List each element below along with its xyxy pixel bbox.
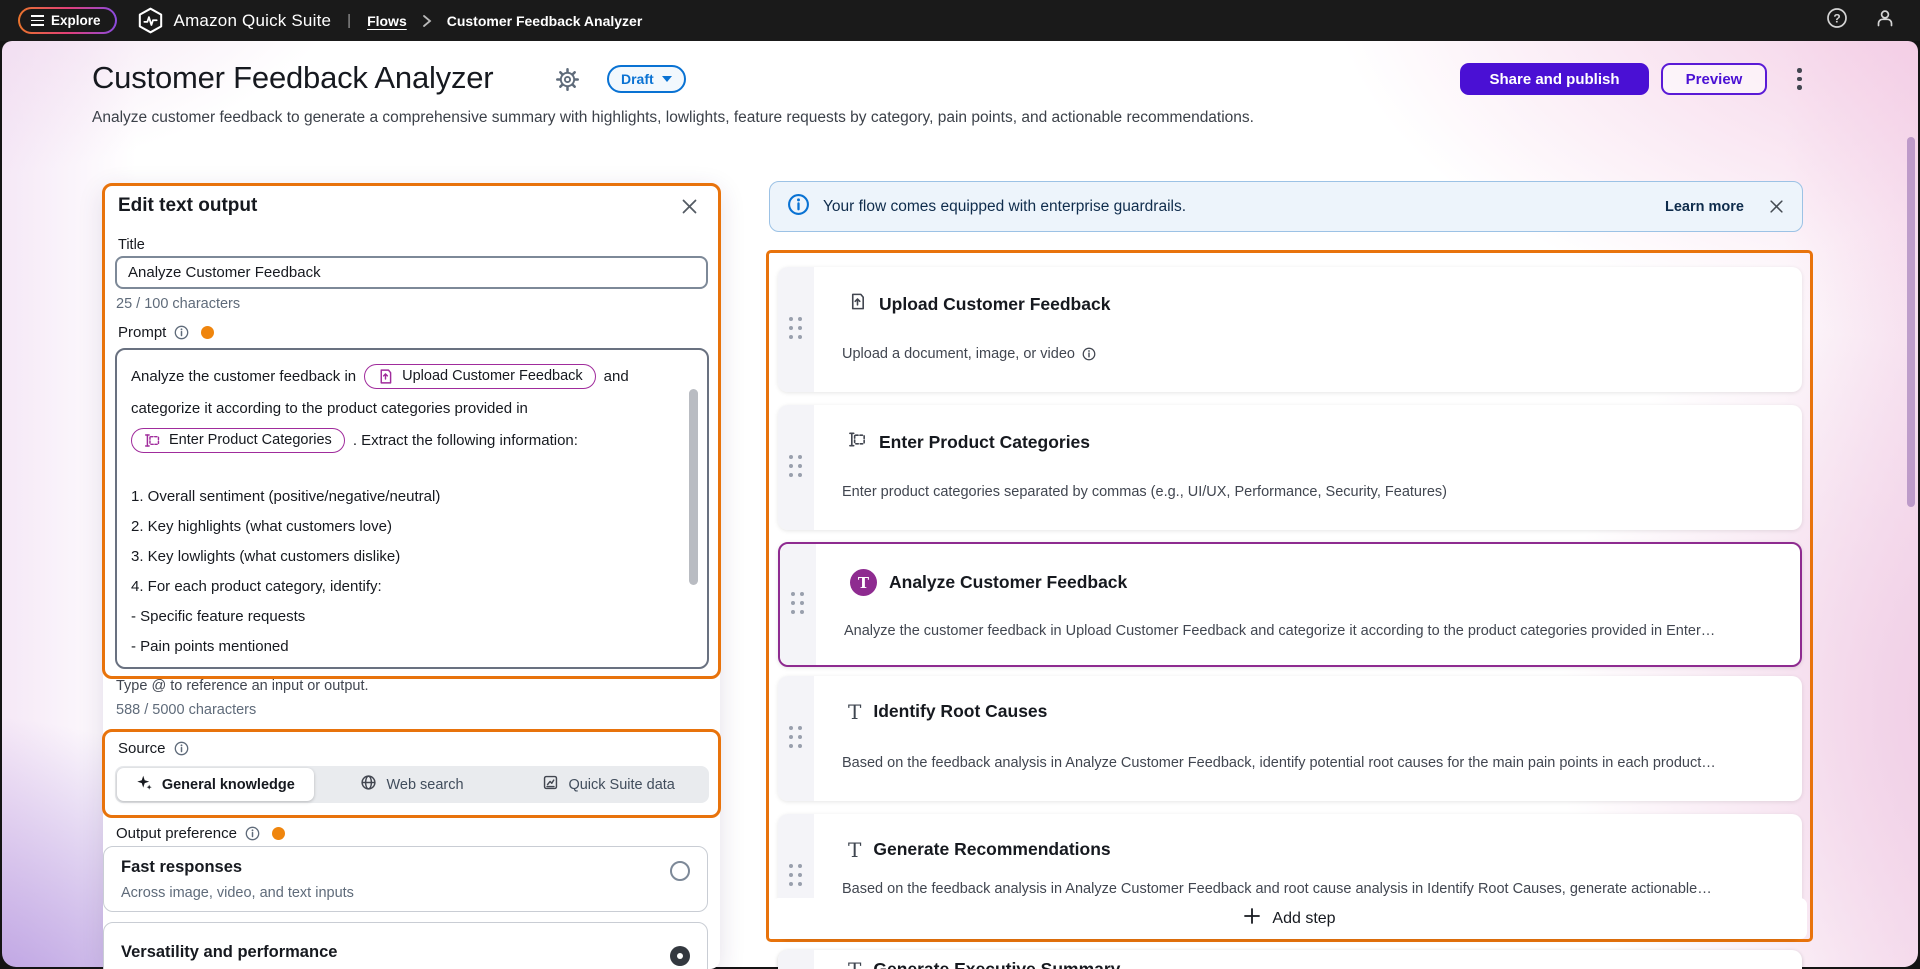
breadcrumb-chevron-icon — [421, 14, 433, 28]
prompt-label: Prompt — [118, 324, 166, 341]
top-navigation-bar: Explore Amazon Quick Suite | Flows Custo… — [0, 0, 1920, 41]
source-tab-quick-suite-data[interactable]: Quick Suite data — [510, 768, 707, 801]
info-icon[interactable] — [245, 826, 260, 841]
user-account-icon[interactable] — [1874, 7, 1896, 34]
more-options-kebab-icon[interactable] — [1791, 66, 1808, 92]
reference-pill-enter-product-categories[interactable]: Enter Product Categories — [131, 428, 345, 453]
prompt-helper-text: Type @ to reference an input or output. — [116, 678, 369, 694]
title-field-label: Title — [118, 237, 145, 253]
text-step-icon-active: T — [850, 569, 877, 596]
help-icon[interactable]: ? — [1826, 7, 1848, 34]
page-scrollbar-thumb[interactable] — [1907, 137, 1915, 507]
data-icon — [542, 774, 559, 795]
text-step-icon: T — [848, 960, 861, 969]
breadcrumb-flows-link[interactable]: Flows — [367, 13, 407, 29]
info-icon — [787, 193, 810, 221]
prompt-scrollbar-thumb[interactable] — [689, 389, 698, 585]
title-char-count: 25 / 100 characters — [116, 296, 240, 312]
source-segmented-control: General knowledge Web search Quick Suite… — [115, 766, 709, 803]
upload-file-icon — [848, 292, 867, 316]
status-label: Draft — [621, 71, 654, 87]
prompt-text: . Extract the following information: — [353, 432, 578, 449]
reference-pill-upload-customer-feedback[interactable]: Upload Customer Feedback — [364, 364, 596, 389]
sparkle-icon — [136, 774, 153, 795]
app-window: Explore Amazon Quick Suite | Flows Custo… — [0, 0, 1920, 969]
svg-text:?: ? — [1833, 11, 1840, 25]
text-step-icon: T — [848, 840, 861, 860]
radio-selected[interactable] — [670, 946, 690, 966]
modified-indicator-dot — [201, 326, 214, 339]
drag-handle[interactable] — [778, 267, 814, 392]
radio-unselected[interactable] — [670, 861, 690, 881]
explore-button[interactable]: Explore — [18, 7, 117, 34]
text-step-icon: T — [848, 702, 861, 722]
banner-close-icon[interactable] — [1768, 198, 1785, 215]
flow-steps-container: Upload Customer Feedback Upload a docume… — [766, 250, 1813, 942]
output-preference-label: Output preference — [116, 825, 237, 842]
page-scrollbar[interactable] — [1907, 87, 1917, 969]
globe-icon — [360, 774, 377, 795]
info-icon[interactable] — [174, 325, 189, 340]
hamburger-icon — [31, 15, 44, 26]
breadcrumb-divider: | — [347, 12, 351, 29]
option-versatility-performance[interactable]: Versatility and performance — [103, 922, 708, 969]
drag-handle[interactable] — [778, 405, 814, 530]
close-icon[interactable] — [680, 197, 699, 221]
prompt-char-count: 588 / 5000 characters — [116, 702, 256, 718]
info-icon[interactable] — [1082, 347, 1096, 361]
title-input[interactable] — [115, 256, 708, 289]
share-and-publish-button[interactable]: Share and publish — [1460, 63, 1649, 95]
drag-handle[interactable] — [778, 676, 814, 801]
chevron-down-icon — [662, 76, 672, 82]
breadcrumb-current-page: Customer Feedback Analyzer — [447, 13, 643, 29]
step-card-enter-product-categories[interactable]: Enter Product Categories Enter product c… — [778, 405, 1802, 530]
prompt-text: categorize it according to the product c… — [131, 400, 528, 417]
step-card-generate-executive-summary[interactable]: T Generate Executive Summary — [778, 950, 1802, 969]
source-tab-web-search[interactable]: Web search — [314, 768, 511, 801]
guardrails-info-banner: Your flow comes equipped with enterprise… — [769, 181, 1803, 232]
brand-name: Amazon Quick Suite — [174, 11, 332, 31]
modified-indicator-dot — [272, 827, 285, 840]
drag-handle[interactable] — [778, 950, 814, 969]
step-card-analyze-customer-feedback[interactable]: T Analyze Customer Feedback Analyze the … — [778, 542, 1802, 667]
step-card-upload-customer-feedback[interactable]: Upload Customer Feedback Upload a docume… — [778, 267, 1802, 392]
drag-handle[interactable] — [780, 544, 816, 665]
prompt-text: Analyze the customer feedback in — [131, 368, 356, 385]
source-tab-general-knowledge[interactable]: General knowledge — [117, 768, 314, 801]
page-title: Customer Feedback Analyzer — [92, 60, 493, 96]
edit-text-output-dialog: Edit text output Title 25 / 100 characte… — [103, 184, 720, 969]
add-step-button[interactable]: Add step — [772, 898, 1807, 939]
settings-gear-icon[interactable] — [555, 67, 580, 97]
banner-message: Your flow comes equipped with enterprise… — [823, 198, 1186, 216]
status-badge-draft[interactable]: Draft — [607, 65, 686, 93]
flow-description: Analyze customer feedback to generate a … — [92, 109, 1512, 127]
dialog-title: Edit text output — [118, 195, 257, 217]
prompt-list: 1. Overall sentiment (positive/negative/… — [131, 482, 681, 662]
source-label: Source — [118, 740, 166, 757]
text-input-icon — [848, 430, 867, 454]
option-fast-responses[interactable]: Fast responses Across image, video, and … — [103, 846, 708, 912]
prompt-editor[interactable]: Analyze the customer feedback in Upload … — [115, 348, 709, 669]
plus-icon — [1243, 907, 1261, 930]
prompt-text: and — [604, 368, 629, 385]
learn-more-link[interactable]: Learn more — [1665, 199, 1744, 215]
preview-button[interactable]: Preview — [1661, 63, 1767, 95]
step-card-identify-root-causes[interactable]: T Identify Root Causes Based on the feed… — [778, 676, 1802, 801]
quick-suite-logo-icon[interactable] — [137, 7, 164, 34]
info-icon[interactable] — [174, 741, 189, 756]
explore-label: Explore — [51, 13, 101, 28]
